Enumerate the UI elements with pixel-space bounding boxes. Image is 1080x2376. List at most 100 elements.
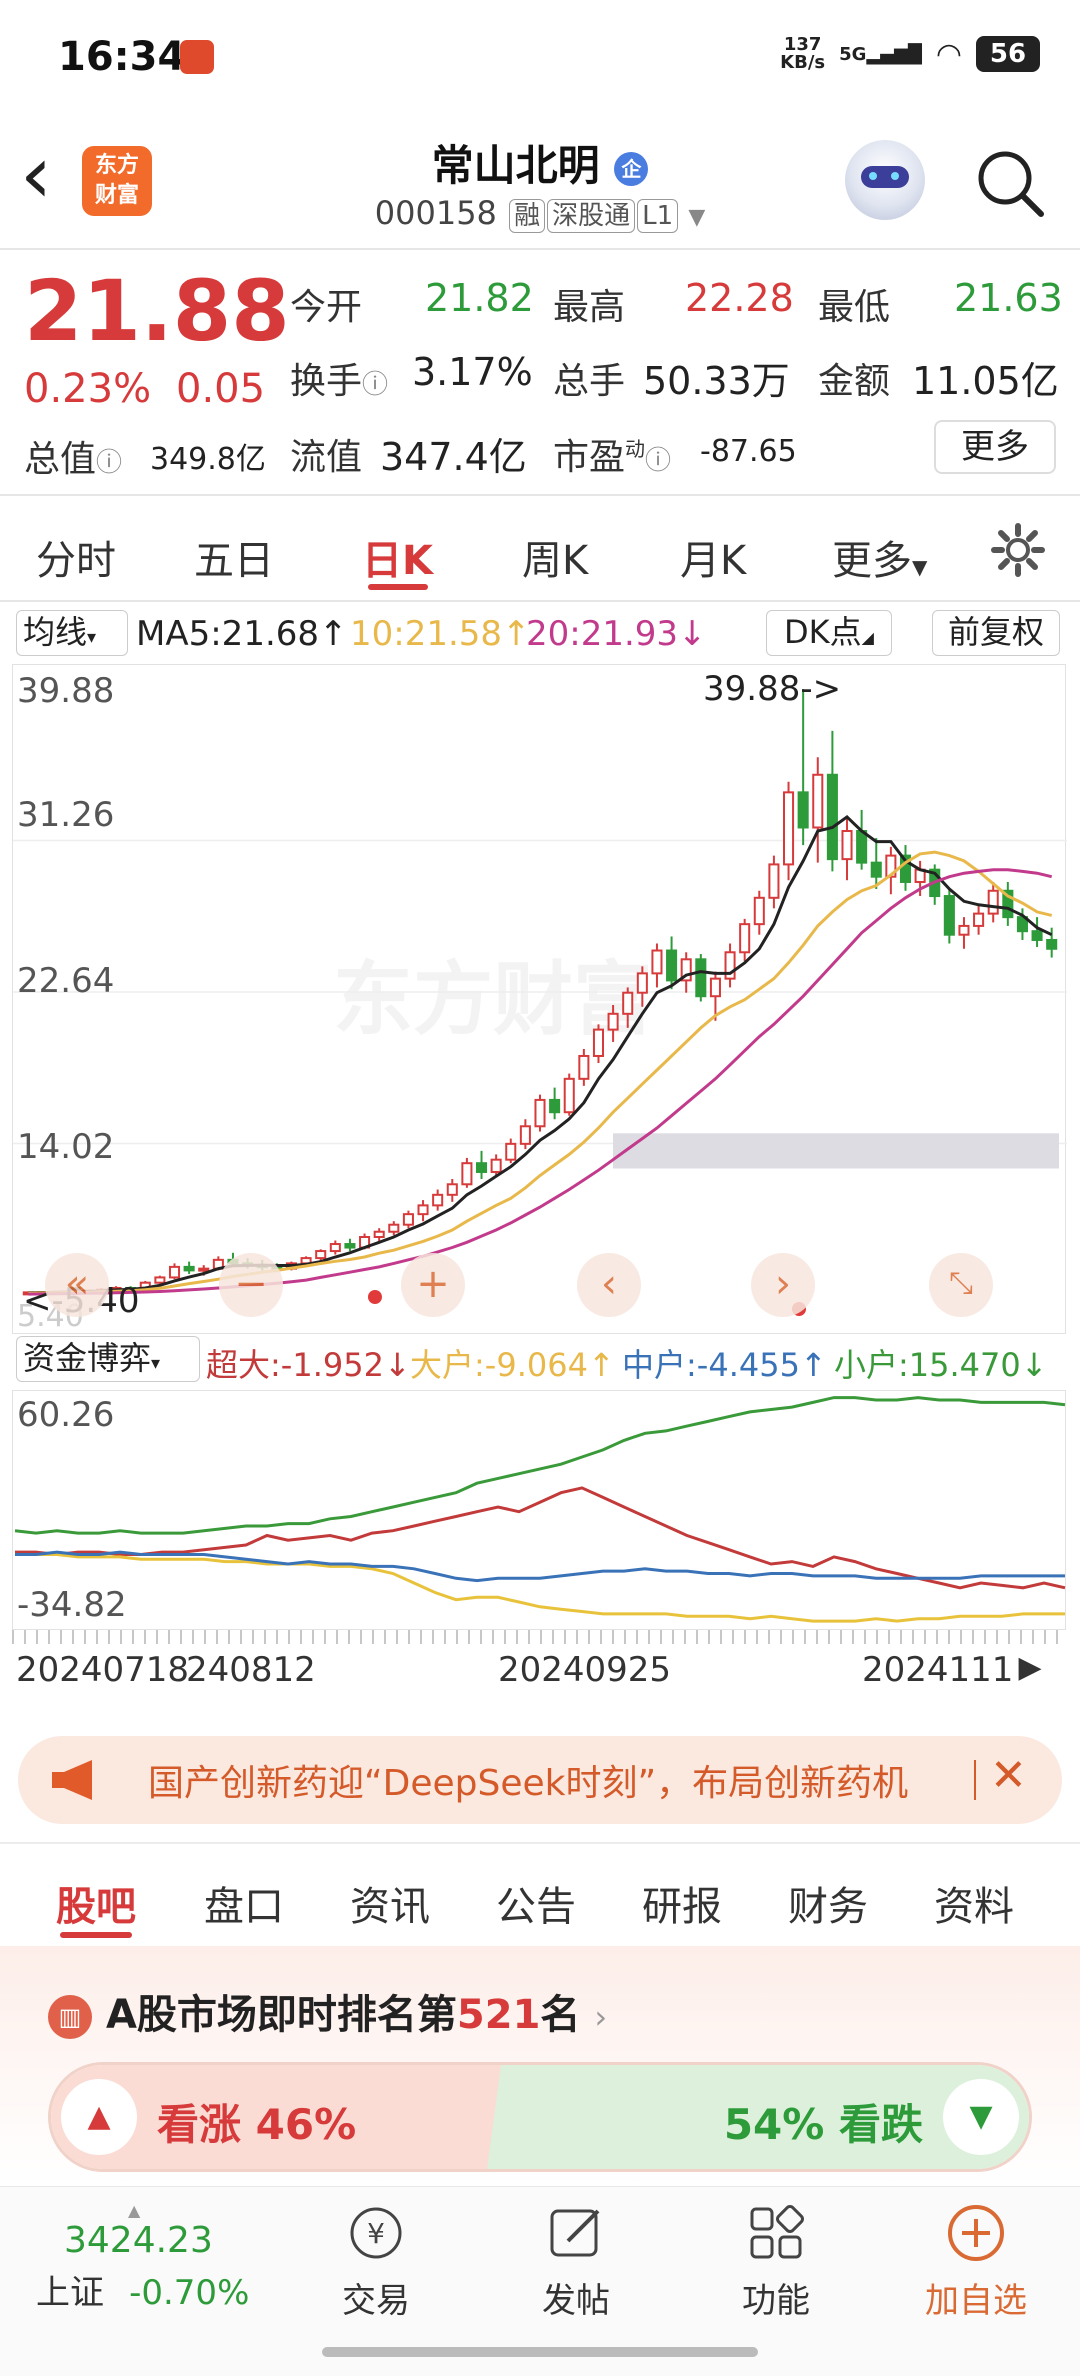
caret-down-icon: ▼ <box>912 555 928 579</box>
k-chart[interactable]: 东方财富 39.88 31.26 22.64 14.02 5.40 39.88-… <box>12 664 1067 1334</box>
ma5-label: MA5:21.68↑ <box>136 614 348 654</box>
trade-yen-icon: ¥ <box>344 2201 408 2265</box>
nav-features[interactable]: 功能 <box>696 2201 856 2322</box>
ma20-label: 20:21.93↓ <box>526 614 707 654</box>
tab-research[interactable]: 研报 <box>642 1874 722 1932</box>
candle-body <box>783 791 795 866</box>
index-name: 上证 <box>36 2273 104 2313</box>
tab-news[interactable]: 资讯 <box>350 1874 430 1932</box>
candle-body <box>841 830 853 861</box>
info-icon[interactable]: ⓘ <box>96 448 122 478</box>
news-divider <box>974 1760 976 1800</box>
tab-profile[interactable]: 资料 <box>934 1874 1014 1932</box>
ranking-row[interactable]: ▥ A股市场即时排名第521名 › <box>48 1982 607 2040</box>
tab-financials[interactable]: 财务 <box>788 1874 868 1932</box>
tag-margin: 融 <box>509 199 546 233</box>
candle-body <box>666 949 678 982</box>
scroll-left-button[interactable]: ‹ <box>577 1253 641 1317</box>
search-icon[interactable] <box>975 148 1045 218</box>
flow-y-min: -34.82 <box>17 1585 127 1625</box>
close-icon[interactable]: ✕ <box>990 1750 1027 1801</box>
candle-body <box>695 958 707 998</box>
adjust-selector[interactable]: 前复权 <box>932 610 1060 656</box>
news-banner[interactable]: 国产创新药迎“DeepSeek时刻”，布局创新药机 ✕ <box>18 1736 1062 1824</box>
candle-body <box>592 1028 605 1057</box>
scroll-to-start-button[interactable]: « <box>45 1253 109 1317</box>
fund-flow-selector[interactable]: 资金博弈▾ <box>16 1336 200 1382</box>
pe-value: -87.65 <box>700 434 797 469</box>
info-icon[interactable]: ⓘ <box>362 370 388 400</box>
fund-flow-chart[interactable]: 60.26 -34.82 <box>12 1390 1066 1630</box>
candle-body <box>490 1158 502 1173</box>
tab-forum[interactable]: 股吧 <box>56 1874 136 1932</box>
stock-name: 常山北明 <box>431 141 600 190</box>
chevron-right-icon: › <box>594 1998 608 2036</box>
svg-text:¥: ¥ <box>367 2217 385 2250</box>
ma10-label: 10:21.58↑ <box>350 614 531 654</box>
x-tick-4: 2024111 <box>862 1650 1014 1690</box>
more-button[interactable]: 更多 <box>934 420 1056 474</box>
active-tab-underline <box>368 584 428 590</box>
ranking-prefix: A股市场即时排名第 <box>105 1992 457 2038</box>
zoom-in-button[interactable]: + <box>401 1253 465 1317</box>
y-tick-3: 22.64 <box>17 961 115 1001</box>
nav-add-watchlist[interactable]: 加自选 <box>896 2201 1056 2322</box>
grid-apps-icon <box>744 2201 808 2265</box>
open-label: 今开 <box>290 287 363 328</box>
y-tick-max: 39.88 <box>17 671 115 711</box>
tab-more-periods[interactable]: 更多▼ <box>832 528 927 586</box>
speed-indicator: 137 KB/s <box>780 34 826 73</box>
index-widget[interactable]: ▲ 3424.23 上证 -0.70% <box>28 2201 288 2314</box>
x-tick-3: 20240925 <box>498 1650 672 1690</box>
candle-body <box>856 830 868 864</box>
ranking-number: 521 <box>456 1992 541 2038</box>
volume-value: 50.33万 <box>643 359 790 403</box>
robot-assistant-icon[interactable] <box>845 140 925 220</box>
tab-monthly-k[interactable]: 月K <box>680 528 746 586</box>
tabs-divider <box>0 600 1080 602</box>
indicator-selector[interactable]: 均线▾ <box>16 610 128 656</box>
bullish-label: 看涨 46% <box>157 2100 357 2149</box>
bullish-button-icon[interactable]: ▲ <box>61 2079 137 2155</box>
candle-body <box>812 773 824 829</box>
info-icon[interactable]: ⓘ <box>645 446 671 476</box>
candle-body <box>870 861 882 878</box>
candle-body <box>826 773 838 861</box>
tab-weekly-k[interactable]: 周K <box>522 528 588 586</box>
settings-gear-icon[interactable] <box>990 522 1046 578</box>
expand-chart-button[interactable]: ⤡ <box>929 1253 993 1317</box>
zoom-out-button[interactable]: − <box>219 1253 283 1317</box>
nav-trade[interactable]: ¥ 交易 <box>296 2201 456 2322</box>
megaphone-icon <box>48 1756 100 1804</box>
amount-label: 金额 <box>818 361 891 402</box>
candle-body <box>402 1213 414 1226</box>
tab-orderbook[interactable]: 盘口 <box>204 1874 284 1932</box>
low-label: 最低 <box>818 287 891 328</box>
status-time: 16:34 <box>58 34 186 80</box>
tab-daily-k[interactable]: 日K <box>362 528 433 586</box>
change-percent: 0.23% <box>24 366 152 412</box>
tag-level: L1 <box>637 199 679 233</box>
nav-post[interactable]: 发帖 <box>496 2201 656 2322</box>
ma-line-ma10 <box>28 850 1053 1295</box>
turnover-label: 换手ⓘ <box>290 361 389 402</box>
candle-body <box>1031 930 1043 941</box>
signal-icon: 5G▂▄▆█ <box>839 43 922 65</box>
scroll-right-button[interactable]: › <box>751 1253 815 1317</box>
chevron-down-icon: ▼ <box>688 205 706 230</box>
flow-line-大户 <box>15 1553 1065 1623</box>
turnover-value: 3.17% <box>412 350 533 394</box>
tab-announcements[interactable]: 公告 <box>496 1874 576 1932</box>
tab-intraday[interactable]: 分时 <box>36 528 116 586</box>
candle-body <box>446 1183 458 1196</box>
tab-five-day[interactable]: 五日 <box>194 528 274 586</box>
candle-body <box>329 1243 341 1253</box>
news-text[interactable]: 国产创新药迎“DeepSeek时刻”，布局创新药机 <box>148 1754 968 1806</box>
bearish-button-icon[interactable]: ▼ <box>943 2079 1019 2155</box>
chevron-right-icon[interactable]: ▶ <box>1008 1646 1052 1690</box>
dk-point-selector[interactable]: DK点◢ <box>766 610 892 656</box>
wifi-icon: ◠ <box>935 36 962 72</box>
x-tick-2: 240812 <box>186 1650 316 1690</box>
amount-value: 11.05亿 <box>912 359 1059 403</box>
tag-connect: 深股通 <box>547 199 636 233</box>
